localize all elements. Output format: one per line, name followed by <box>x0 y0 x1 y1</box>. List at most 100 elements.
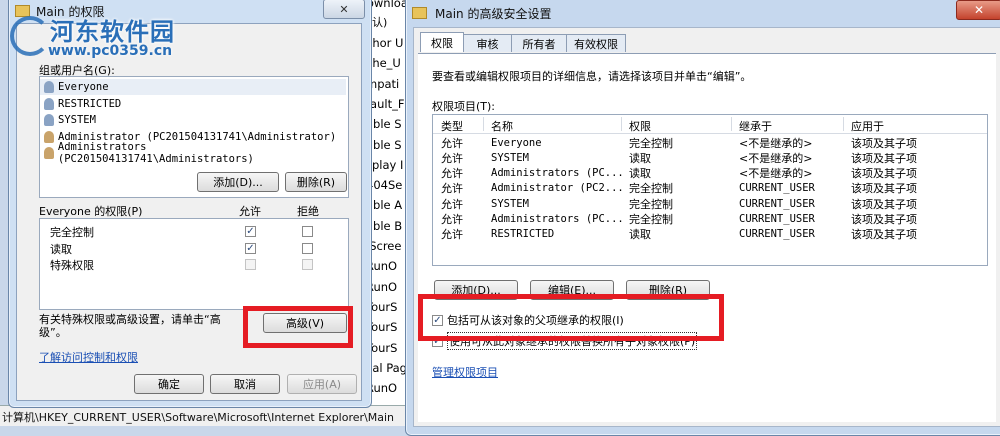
table-cell: 允许 <box>441 213 463 226</box>
column-header[interactable]: 名称 <box>491 118 513 134</box>
column-header[interactable]: 权限 <box>629 118 651 134</box>
ok-button[interactable]: 确定 <box>134 374 204 394</box>
partial-text: 认) <box>372 16 388 29</box>
user-icon <box>44 97 54 110</box>
add-user-button[interactable]: 添加(D)... <box>197 172 279 192</box>
table-row[interactable]: 允许 Administrator (PC2... 完全控制 CURRENT_USER 该… <box>433 181 987 196</box>
user-name: RESTRICTED <box>58 97 122 110</box>
allow-checkbox[interactable]: ✓ <box>245 242 256 254</box>
entries-table: 类型 名称 权限 继承于 应用于 允许 Everyone 完全控制 <不是继承的> 该项及其子项… <box>432 114 988 266</box>
learn-link[interactable]: 了解访问控制和权限 <box>39 349 138 365</box>
allow-header: 允许 <box>239 205 261 218</box>
table-cell: 读取 <box>629 151 651 165</box>
folder-icon <box>412 7 427 19</box>
table-cell: <不是继承的> <box>739 167 813 181</box>
table-cell: 该项及其子项 <box>851 213 917 226</box>
table-cell: 读取 <box>629 167 651 181</box>
user-icon <box>44 81 54 93</box>
close-icon: ✕ <box>339 2 349 16</box>
table-cell: 允许 <box>441 182 463 196</box>
table-cell: 允许 <box>441 151 463 165</box>
table-cell: 完全控制 <box>629 182 673 196</box>
perm-row: 完全控制 ✓ <box>40 223 346 239</box>
user-name: Everyone <box>58 81 109 93</box>
cancel-button[interactable]: 取消 <box>210 374 280 394</box>
table-cell: 该项及其子项 <box>851 151 917 165</box>
apply-button[interactable]: 应用(A) <box>287 374 357 394</box>
watermark-url: www.pc0359.cn <box>48 43 173 59</box>
watermark-logo-icon <box>10 16 50 56</box>
allow-checkbox[interactable]: ✓ <box>245 226 256 237</box>
user-icon <box>44 114 54 126</box>
status-path: 计算机\HKEY_CURRENT_USER\Software\Microsoft… <box>2 411 395 424</box>
table-row[interactable]: 允许 SYSTEM 读取 <不是继承的> 该项及其子项 <box>433 150 987 165</box>
instruction-text: 要查看或编辑权限项目的详细信息，请选择该项目并单击“编辑”。 <box>432 70 752 83</box>
table-cell: 允许 <box>441 136 463 150</box>
advanced-titlebar: Main 的高级安全设置 <box>406 3 1000 23</box>
table-cell: 该项及其子项 <box>851 167 917 181</box>
column-divider <box>621 117 622 131</box>
watermark-brand: 河东软件园 <box>50 18 175 46</box>
column-header[interactable]: 类型 <box>441 118 463 134</box>
special-text-line2: 级”。 <box>39 326 67 339</box>
user-item[interactable]: Administrators (PC201504131741\Administr… <box>40 141 346 165</box>
deny-checkbox[interactable] <box>302 226 313 237</box>
advanced-client: 权限 审核 所有者 有效权限 要查看或编辑权限项目的详细信息，请选择该项目并单击“编辑… <box>413 27 1000 427</box>
advanced-title: Main 的高级安全设置 <box>435 6 552 21</box>
tab-3[interactable]: 有效权限 <box>566 34 626 52</box>
special-text: 有关特殊权限或高级设置，请单击“高 级”。 <box>39 313 254 339</box>
table-row[interactable]: 允许 SYSTEM 完全控制 CURRENT_USER 该项及其子项 <box>433 196 987 211</box>
user-item[interactable]: Everyone <box>40 79 346 95</box>
table-cell: 完全控制 <box>629 213 673 226</box>
table-row[interactable]: 允许 RESTRICTED 读取 CURRENT_USER 该项及其子项 <box>433 227 987 242</box>
table-cell: Administrator (PC2... <box>491 182 624 195</box>
tab-0[interactable]: 权限 <box>420 32 464 52</box>
table-cell: 允许 <box>441 228 463 242</box>
user-item[interactable]: RESTRICTED <box>40 96 346 112</box>
perm-row: 读取 ✓ <box>40 240 346 256</box>
tab-panel: 要查看或编辑权限项目的详细信息，请选择该项目并单击“编辑”。 权限项目(T): … <box>418 53 996 422</box>
watermark: 河东软件园 www.pc0359.cn <box>8 10 208 70</box>
close-button[interactable]: ✕ <box>323 0 365 19</box>
remove-user-button[interactable]: 删除(R) <box>285 172 347 192</box>
table-cell: 该项及其子项 <box>851 228 917 242</box>
tree-item[interactable]: cal Pag <box>366 361 407 375</box>
table-header: 类型 名称 权限 继承于 应用于 <box>433 115 987 134</box>
deny-header: 拒绝 <box>297 205 319 218</box>
special-text-line1: 有关特殊权限或高级设置，请单击“高 <box>39 313 221 326</box>
highlight-advanced-button <box>243 306 353 348</box>
column-divider <box>843 117 844 131</box>
column-divider <box>483 117 484 131</box>
allow-checkbox[interactable] <box>245 259 256 270</box>
user-name: Administrators (PC201504131741\Administr… <box>57 141 254 165</box>
table-cell: <不是继承的> <box>739 151 813 165</box>
table-cell: 该项及其子项 <box>851 182 917 196</box>
table-row[interactable]: 允许 Everyone 完全控制 <不是继承的> 该项及其子项 <box>433 135 987 150</box>
table-cell: SYSTEM <box>491 197 529 210</box>
tab-2[interactable]: 所有者 <box>511 34 567 52</box>
column-header[interactable]: 继承于 <box>739 118 772 134</box>
perm-name: 读取 <box>50 242 72 256</box>
close-icon: ✕ <box>973 3 985 17</box>
table-row[interactable]: 允许 Administrators (PC... 读取 <不是继承的> 该项及其子项 <box>433 166 987 181</box>
tab-1[interactable]: 审核 <box>463 34 512 52</box>
table-cell: RESTRICTED <box>491 228 555 241</box>
perm-row: 特殊权限 <box>40 256 346 272</box>
user-icon <box>44 130 54 143</box>
table-cell: Everyone <box>491 136 542 149</box>
perm-list: 完全控制 ✓ 读取 ✓ 特殊权限 <box>39 218 349 310</box>
deny-checkbox[interactable] <box>302 242 313 254</box>
column-header[interactable]: 应用于 <box>851 118 884 134</box>
close-button[interactable]: ✕ <box>956 0 1000 20</box>
table-cell: <不是继承的> <box>739 136 813 150</box>
table-row[interactable]: 允许 Administrators (PC... 完全控制 CURRENT_USER 该… <box>433 212 987 227</box>
deny-checkbox[interactable] <box>302 259 313 270</box>
table-cell: 完全控制 <box>629 197 673 211</box>
manage-link[interactable]: 管理权限项目 <box>432 364 498 380</box>
table-cell: 完全控制 <box>629 136 673 150</box>
user-icon <box>44 147 54 159</box>
table-cell: 允许 <box>441 197 463 211</box>
table-cell: CURRENT_USER <box>739 197 815 210</box>
table-cell: SYSTEM <box>491 151 529 164</box>
user-item[interactable]: SYSTEM <box>40 112 346 128</box>
